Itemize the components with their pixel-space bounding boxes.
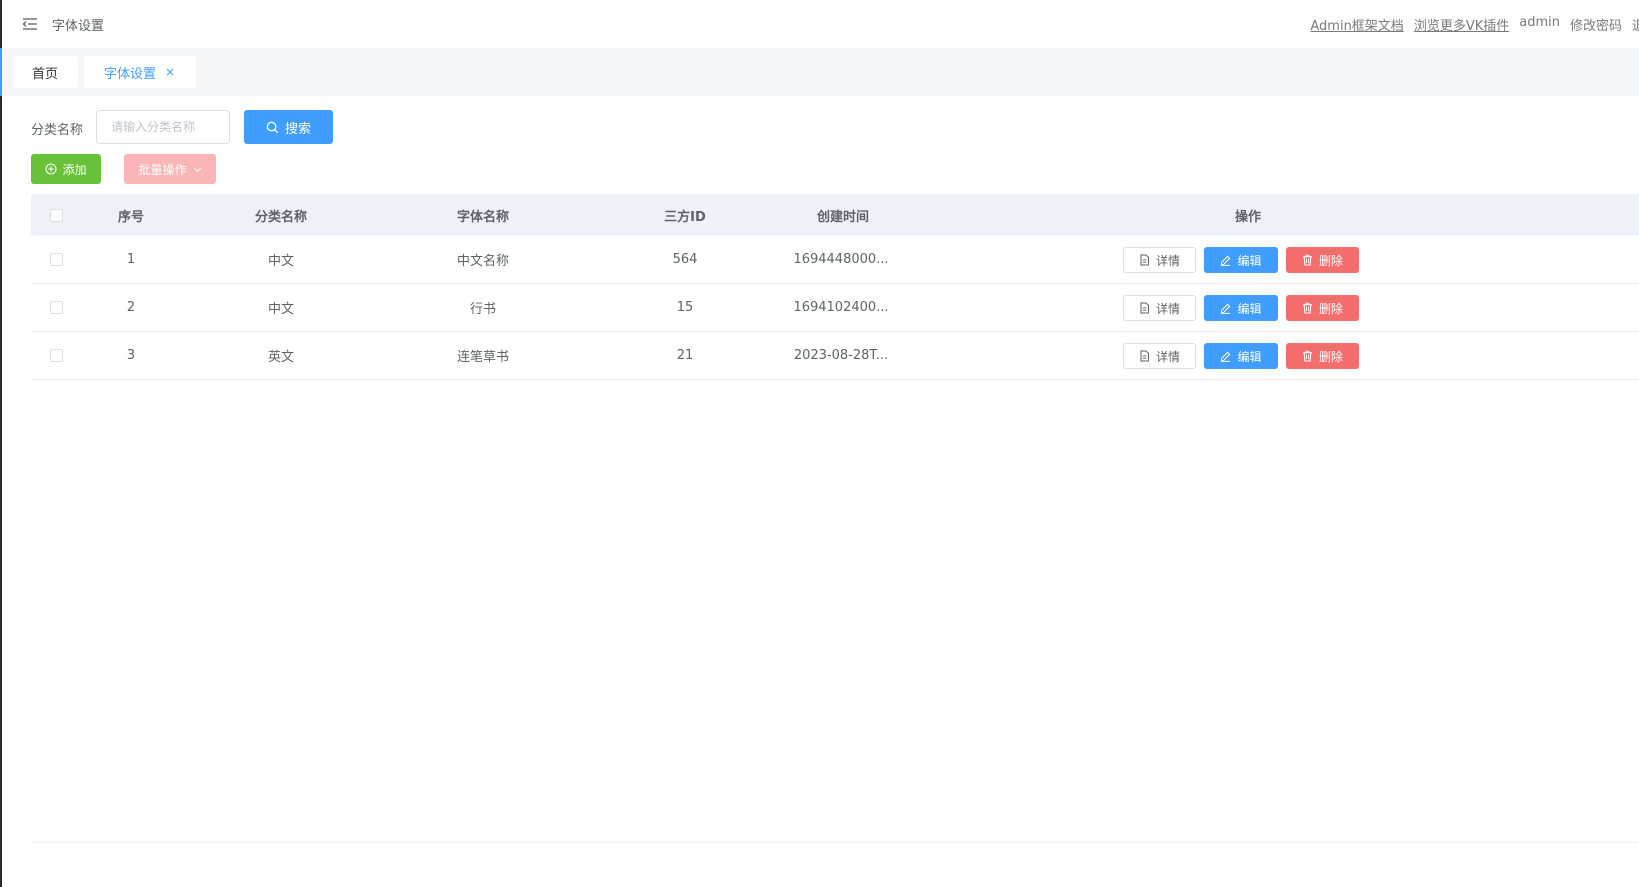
page-title: 字体设置 [52, 19, 105, 34]
document-icon [1139, 302, 1150, 314]
delete-button[interactable]: 删除 [1286, 247, 1359, 273]
search-icon [266, 121, 279, 134]
table-header: 序号 分类名称 字体名称 三方ID 创建时间 操作 [31, 194, 1639, 236]
detail-button[interactable]: 详情 [1123, 247, 1196, 273]
edit-button[interactable]: 编辑 [1204, 343, 1278, 369]
close-icon[interactable]: × [165, 65, 175, 79]
search-button-label: 搜索 [284, 121, 311, 137]
tab-font-settings[interactable]: 字体设置 × [84, 56, 196, 88]
column-header-third-id: 三方ID [664, 209, 706, 225]
top-header: 字体设置 Admin框架文档 浏览更多VK插件 admin 修改密码 退 [2, 0, 1639, 48]
add-button-label: 添加 [62, 162, 87, 177]
tabs-bar: 首页 字体设置 × [2, 48, 1639, 96]
edit-button[interactable]: 编辑 [1204, 295, 1278, 321]
change-password-link[interactable]: 修改密码 [1570, 15, 1622, 34]
tab-home-label: 首页 [32, 66, 59, 82]
header-links: Admin框架文档 浏览更多VK插件 admin 修改密码 退 [1310, 15, 1639, 34]
detail-button-label: 详情 [1155, 253, 1180, 268]
row-actions: 详情 编辑 删除 [1123, 295, 1359, 321]
cell-category: 中文 [267, 302, 294, 317]
delete-button-label: 删除 [1318, 301, 1343, 316]
cell-category: 英文 [267, 350, 294, 365]
trash-icon [1302, 254, 1313, 266]
edit-button-label: 编辑 [1237, 253, 1262, 268]
table-bottom-divider [31, 842, 1639, 843]
tab-font-settings-label: 字体设置 [104, 66, 157, 82]
batch-operations-button[interactable]: 批量操作 [124, 154, 216, 184]
column-header-category: 分类名称 [254, 209, 307, 225]
edit-button-label: 编辑 [1237, 349, 1262, 364]
row-actions: 详情 编辑 删除 [1123, 247, 1359, 273]
cell-index: 1 [126, 252, 136, 267]
column-header-actions: 操作 [1234, 209, 1261, 225]
edit-button-label: 编辑 [1237, 301, 1262, 316]
row-checkbox[interactable] [49, 301, 63, 314]
cell-created: 2023-08-28T... [793, 348, 889, 363]
tab-home[interactable]: 首页 [13, 56, 78, 88]
batch-operations-label: 批量操作 [138, 162, 187, 177]
detail-button[interactable]: 详情 [1123, 343, 1196, 369]
select-all-checkbox[interactable] [49, 208, 63, 222]
fonts-table: 序号 分类名称 字体名称 三方ID 创建时间 操作 1 中文 中文名称 564 … [31, 194, 1639, 380]
cell-font-name: 中文名称 [456, 254, 509, 269]
menu-fold-icon[interactable] [22, 16, 38, 32]
table-row: 3 英文 连笔草书 21 2023-08-28T... 详情 编辑 删除 [31, 332, 1639, 380]
logout-link[interactable]: 退 [1632, 15, 1639, 34]
link-admin-docs[interactable]: Admin框架文档 [1310, 15, 1403, 34]
column-header-index: 序号 [117, 209, 144, 225]
search-button[interactable]: 搜索 [244, 110, 333, 144]
cell-third-id: 15 [676, 300, 694, 315]
left-edge [0, 0, 2, 887]
row-actions: 详情 编辑 删除 [1123, 343, 1359, 369]
row-checkbox[interactable] [49, 349, 63, 362]
edit-icon [1220, 303, 1231, 314]
edit-icon [1220, 255, 1231, 266]
row-select-cell [44, 236, 68, 283]
delete-button-label: 删除 [1318, 253, 1343, 268]
table-row: 1 中文 中文名称 564 1694448000... 详情 编辑 删除 [31, 236, 1639, 284]
chevron-down-icon [193, 165, 202, 174]
cell-created: 1694448000... [793, 252, 889, 267]
plus-circle-icon [45, 163, 58, 175]
delete-button[interactable]: 删除 [1286, 295, 1359, 321]
cell-index: 2 [126, 300, 136, 315]
detail-button-label: 详情 [1155, 349, 1180, 364]
search-label: 分类名称 [31, 123, 84, 138]
cell-index: 3 [126, 348, 136, 363]
user-name[interactable]: admin [1519, 15, 1560, 34]
delete-button[interactable]: 删除 [1286, 343, 1359, 369]
cell-created: 1694102400... [793, 300, 889, 315]
row-checkbox[interactable] [49, 253, 63, 266]
cell-category: 中文 [267, 254, 294, 269]
detail-button-label: 详情 [1155, 301, 1180, 316]
column-header-font-name: 字体名称 [456, 209, 509, 225]
row-select-cell [44, 332, 68, 379]
column-header-created: 创建时间 [816, 209, 869, 225]
cell-font-name: 行书 [469, 302, 496, 317]
trash-icon [1302, 302, 1313, 314]
detail-button[interactable]: 详情 [1123, 295, 1196, 321]
edit-icon [1220, 351, 1231, 362]
table-row: 2 中文 行书 15 1694102400... 详情 编辑 删除 [31, 284, 1639, 332]
cell-third-id: 21 [676, 348, 694, 363]
cell-font-name: 连笔草书 [456, 350, 509, 365]
document-icon [1139, 254, 1150, 266]
add-button[interactable]: 添加 [31, 154, 101, 184]
link-vk-plugins[interactable]: 浏览更多VK插件 [1414, 15, 1509, 34]
delete-button-label: 删除 [1318, 349, 1343, 364]
trash-icon [1302, 350, 1313, 362]
search-input[interactable] [96, 110, 230, 144]
edit-button[interactable]: 编辑 [1204, 247, 1278, 273]
cell-third-id: 564 [672, 252, 698, 267]
row-select-cell [44, 284, 68, 331]
document-icon [1139, 350, 1150, 362]
select-all-cell [44, 194, 68, 236]
